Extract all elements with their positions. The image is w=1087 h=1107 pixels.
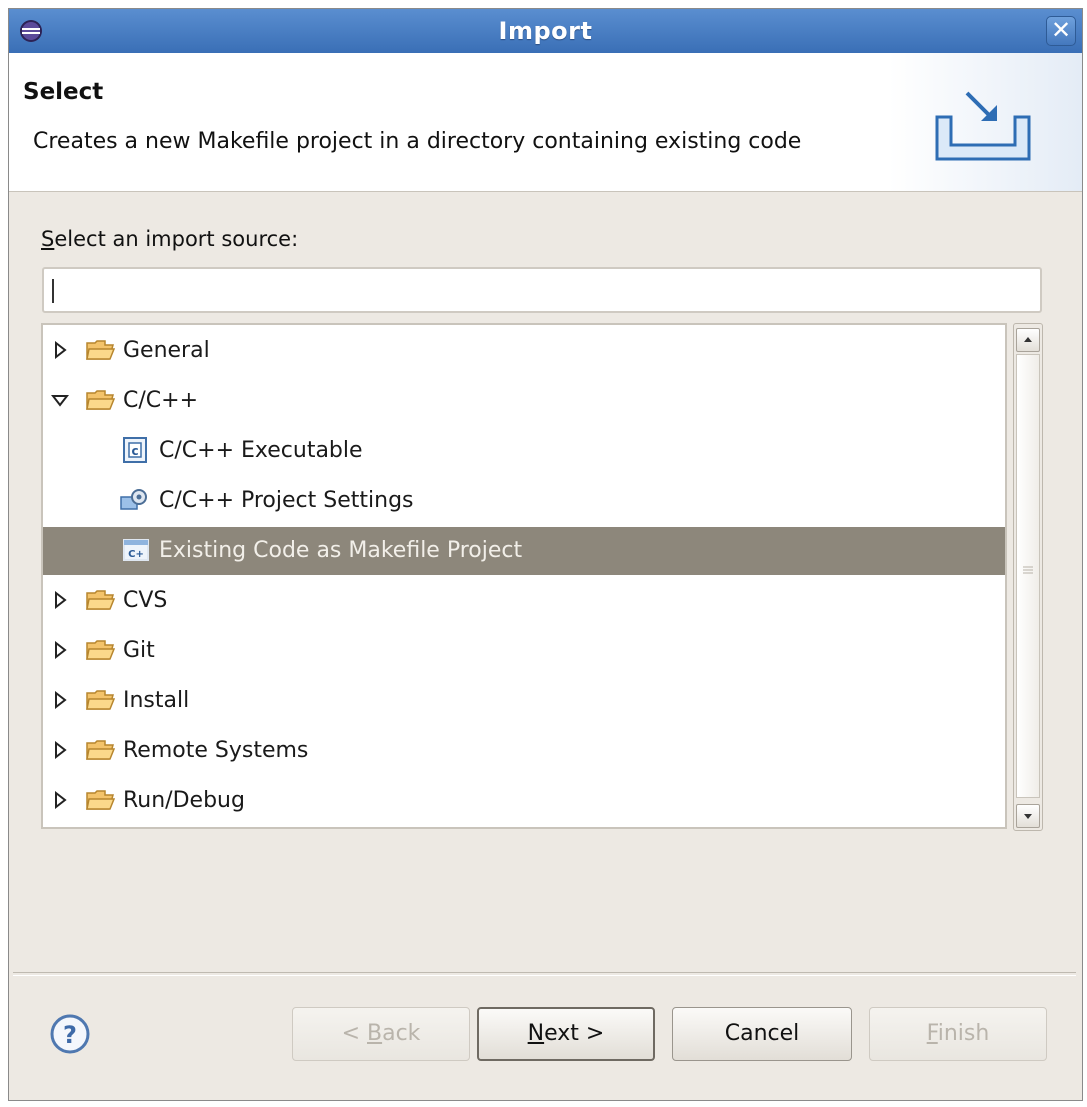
tree-item-cpp-executable[interactable]: c C/C++ Executable	[43, 427, 1005, 475]
import-source-tree[interactable]: General C/C++ c C/C++ Executable C/C++ P…	[41, 323, 1007, 829]
tree-item-cpp-project-settings[interactable]: C/C++ Project Settings	[43, 477, 1005, 525]
folder-icon	[86, 690, 115, 710]
close-button[interactable]: ✕	[1046, 16, 1076, 46]
tree-item-makefile-project[interactable]: C+ Existing Code as Makefile Project	[43, 527, 1005, 575]
folder-icon	[86, 340, 115, 360]
import-wizard-icon	[935, 91, 1031, 161]
tree-item-cvs[interactable]: CVS	[43, 577, 1005, 625]
window-title: Import	[498, 17, 593, 45]
filter-input[interactable]	[42, 267, 1042, 313]
makefile-project-icon: C+	[123, 539, 149, 561]
c-executable-icon: c	[123, 437, 147, 463]
tree-item-label: Run/Debug	[123, 788, 245, 813]
tree-scrollbar[interactable]	[1013, 323, 1043, 831]
import-source-label: Select an import source:	[41, 227, 299, 251]
expand-triangle-icon[interactable]	[51, 691, 69, 709]
folder-icon	[86, 590, 115, 610]
next-button[interactable]: Next >	[477, 1007, 655, 1061]
wizard-header: Select Creates a new Makefile project in…	[9, 53, 1082, 192]
page-description: Creates a new Makefile project in a dire…	[33, 129, 802, 154]
expand-triangle-icon[interactable]	[51, 341, 69, 359]
back-button[interactable]: < Back	[292, 1007, 470, 1061]
cancel-button[interactable]: Cancel	[672, 1007, 852, 1061]
scroll-thumb[interactable]	[1016, 354, 1040, 798]
tree-item-run-debug[interactable]: Run/Debug	[43, 777, 1005, 825]
help-icon[interactable]: ?	[49, 1013, 91, 1055]
expand-triangle-icon[interactable]	[51, 591, 69, 609]
tree-item-general[interactable]: General	[43, 327, 1005, 375]
tree-item-install[interactable]: Install	[43, 677, 1005, 725]
button-bar-separator	[13, 972, 1076, 976]
tree-item-label: Git	[123, 638, 155, 663]
tree-item-cpp[interactable]: C/C++	[43, 377, 1005, 425]
tree-item-label: C/C++ Project Settings	[159, 488, 414, 513]
tree-item-label: Remote Systems	[123, 738, 309, 763]
expand-triangle-icon[interactable]	[51, 791, 69, 809]
import-dialog: Import ✕ Select Creates a new Makefile p…	[8, 8, 1083, 1101]
title-bar[interactable]: Import ✕	[9, 9, 1082, 54]
tree-item-label: CVS	[123, 588, 168, 613]
arrow-down-icon	[1024, 814, 1032, 819]
folder-icon	[86, 740, 115, 760]
tree-item-label: C/C++ Executable	[159, 438, 363, 463]
svg-text:?: ?	[63, 1021, 77, 1049]
text-caret	[52, 279, 54, 303]
arrow-up-icon	[1024, 337, 1032, 342]
expand-triangle-icon[interactable]	[51, 741, 69, 759]
tree-item-remote-systems[interactable]: Remote Systems	[43, 727, 1005, 775]
collapse-triangle-icon[interactable]	[51, 391, 69, 409]
tree-item-label: General	[123, 338, 210, 363]
folder-icon	[86, 790, 115, 810]
project-settings-icon	[120, 489, 147, 510]
finish-button[interactable]: Finish	[869, 1007, 1047, 1061]
page-title: Select	[23, 79, 104, 105]
folder-icon	[86, 390, 115, 410]
scroll-up-button[interactable]	[1016, 328, 1040, 352]
tree-item-label: C/C++	[123, 388, 199, 413]
tree-item-label: Install	[123, 688, 190, 713]
folder-icon	[86, 640, 115, 660]
scroll-down-button[interactable]	[1016, 804, 1040, 828]
tree-item-label: Existing Code as Makefile Project	[159, 538, 523, 563]
tree-item-git[interactable]: Git	[43, 627, 1005, 675]
expand-triangle-icon[interactable]	[51, 641, 69, 659]
svg-text:C+: C+	[128, 549, 144, 560]
grip-icon	[1023, 566, 1033, 574]
svg-text:c: c	[131, 444, 138, 458]
